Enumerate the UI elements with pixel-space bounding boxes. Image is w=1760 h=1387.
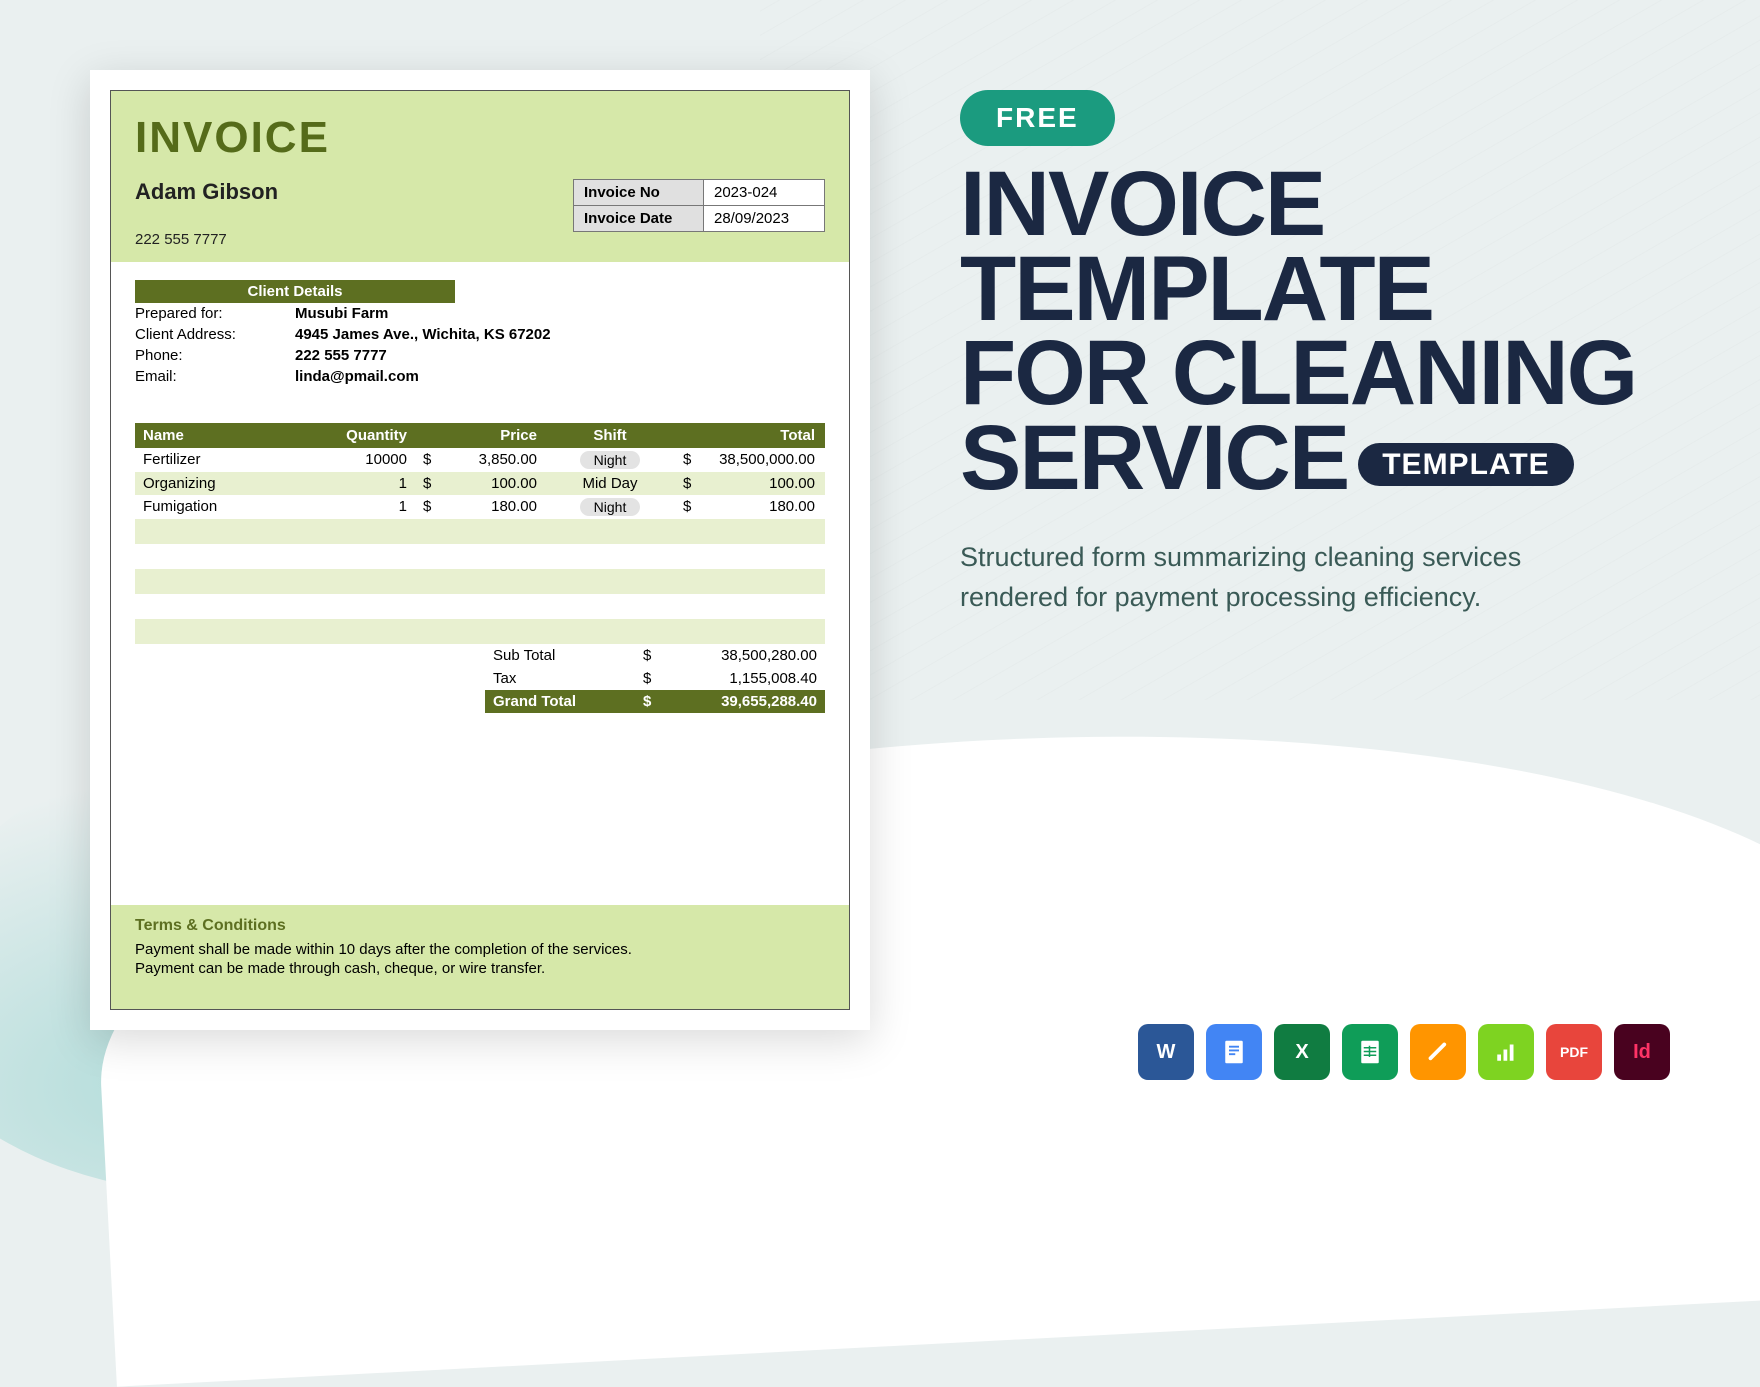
client-row-label: Prepared for:: [135, 305, 295, 322]
invoice-date-label: Invoice Date: [574, 206, 704, 231]
google-sheets-icon[interactable]: [1342, 1024, 1398, 1080]
invoice-card: INVOICE Adam Gibson 222 555 7777 Invoice…: [90, 70, 870, 1030]
apple-numbers-icon[interactable]: [1478, 1024, 1534, 1080]
item-row: Fumigation 1 $180.00 Night $180.00: [135, 495, 825, 519]
col-shift: Shift: [545, 423, 675, 448]
terms-line: Payment can be made through cash, cheque…: [135, 960, 825, 977]
item-row: [135, 619, 825, 644]
app-icons: W X PDF Id: [1138, 1024, 1670, 1080]
client-details: Client Details Prepared for:Musubi Farm …: [135, 280, 825, 387]
col-total: Total: [675, 423, 823, 448]
side-panel: FREE INVOICE TEMPLATE FOR CLEANING SERVI…: [960, 70, 1670, 1070]
terms-header: Terms & Conditions: [135, 917, 825, 935]
terms: Terms & Conditions Payment shall be made…: [111, 905, 849, 1009]
pdf-icon[interactable]: PDF: [1546, 1024, 1602, 1080]
item-row: [135, 519, 825, 544]
client-row-label: Client Address:: [135, 326, 295, 343]
client-row-value: 222 555 7777: [295, 347, 387, 364]
apple-pages-icon[interactable]: [1410, 1024, 1466, 1080]
terms-line: Payment shall be made within 10 days aft…: [135, 941, 825, 958]
invoice-meta: Invoice No 2023-024 Invoice Date 28/09/2…: [573, 179, 825, 232]
free-badge: FREE: [960, 90, 1115, 146]
sender-name: Adam Gibson: [135, 179, 278, 205]
invoice-no-label: Invoice No: [574, 180, 704, 205]
col-qty: Quantity: [285, 423, 415, 448]
client-row-value: linda@pmail.com: [295, 368, 419, 385]
indesign-icon[interactable]: Id: [1614, 1024, 1670, 1080]
invoice-date-value: 28/09/2023: [704, 206, 824, 231]
totals: Sub Total$38,500,280.00 Tax$1,155,008.40…: [485, 644, 825, 713]
invoice-no-value: 2023-024: [704, 180, 824, 205]
word-icon[interactable]: W: [1138, 1024, 1194, 1080]
client-details-header: Client Details: [135, 280, 455, 303]
template-badge: TEMPLATE: [1358, 443, 1573, 487]
item-row: [135, 594, 825, 619]
client-row-value: Musubi Farm: [295, 305, 388, 322]
items-header: Name Quantity Price Shift Total: [135, 423, 825, 448]
item-row: [135, 544, 825, 569]
excel-icon[interactable]: X: [1274, 1024, 1330, 1080]
google-docs-icon[interactable]: [1206, 1024, 1262, 1080]
invoice-title: INVOICE: [135, 113, 825, 163]
description: Structured form summarizing cleaning ser…: [960, 537, 1600, 618]
sender-phone: 222 555 7777: [135, 231, 278, 248]
client-row-label: Phone:: [135, 347, 295, 364]
main-title: INVOICE TEMPLATE FOR CLEANING SERVICETEM…: [960, 162, 1670, 501]
col-name: Name: [135, 423, 285, 448]
item-row: Organizing 1 $100.00 Mid Day $100.00: [135, 472, 825, 495]
item-row: Fertilizer 10000 $3,850.00 Night $38,500…: [135, 448, 825, 472]
col-price: Price: [415, 423, 545, 448]
client-row-value: 4945 James Ave., Wichita, KS 67202: [295, 326, 551, 343]
client-row-label: Email:: [135, 368, 295, 385]
item-row: [135, 569, 825, 594]
